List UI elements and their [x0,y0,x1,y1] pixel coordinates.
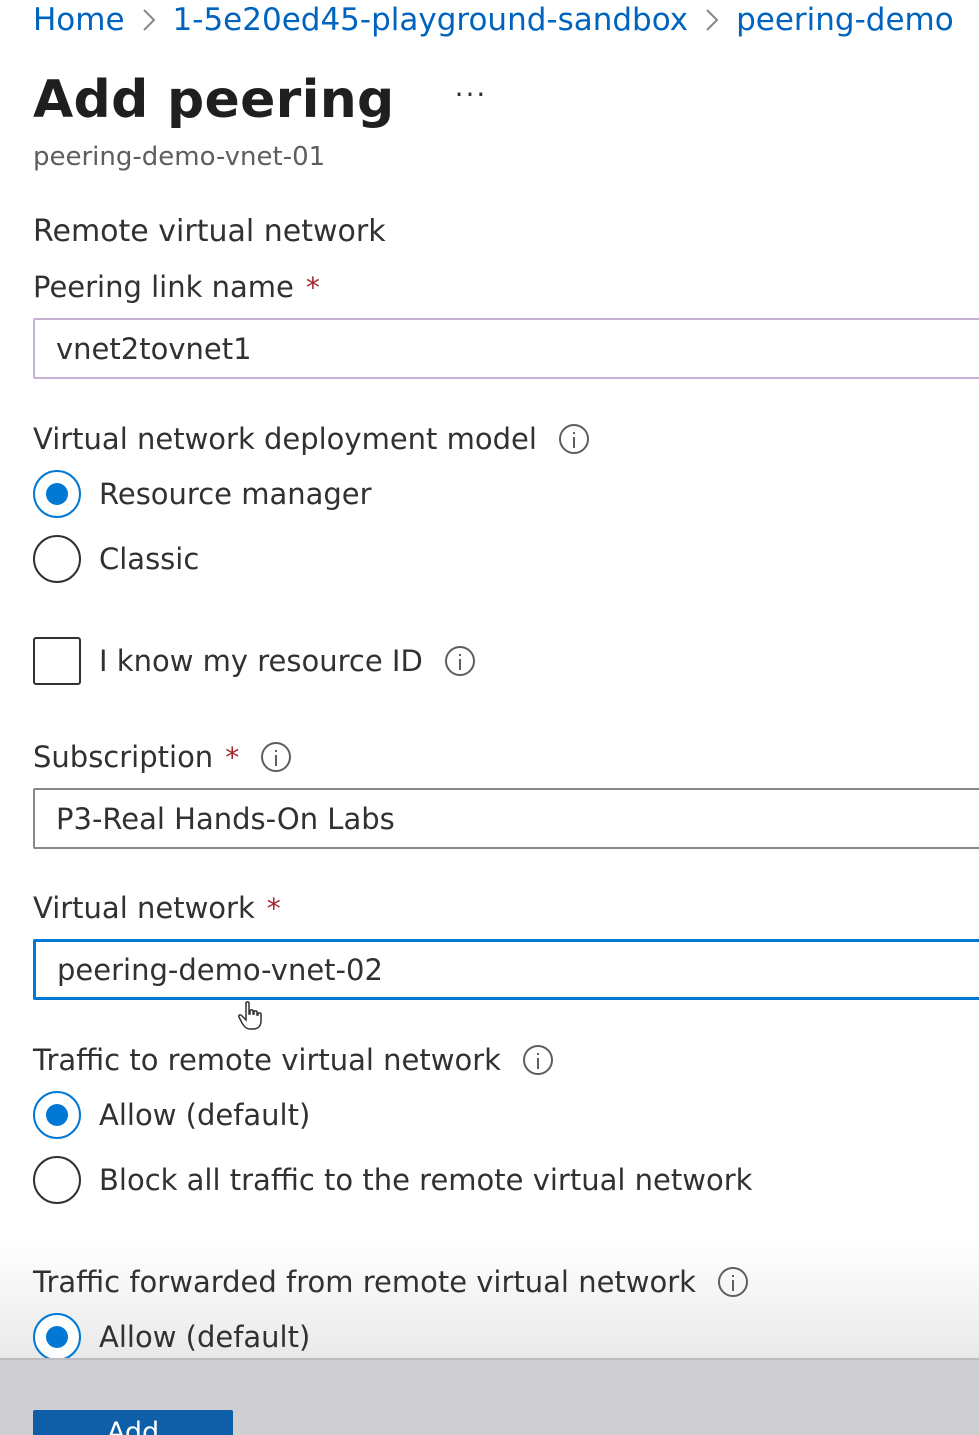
traffic-forwarded-label-text: Traffic forwarded from remote virtual ne… [33,1265,696,1299]
hand-pointer-icon [238,1001,262,1030]
virtual-network-select[interactable]: peering-demo-vnet-02 [33,939,979,1000]
peering-link-name-value: vnet2tovnet1 [56,331,252,366]
more-options-button[interactable]: ··· [455,78,488,111]
breadcrumb-vnet[interactable]: peering-demo [736,2,954,38]
section-title: Remote virtual network [33,214,386,249]
info-icon[interactable] [717,1267,748,1297]
peering-link-name-label: Peering link name * [33,270,320,304]
footer-bar: Add [0,1358,979,1435]
virtual-network-label-text: Virtual network [33,891,255,925]
resource-id-checkbox-row[interactable]: I know my resource ID [33,637,475,685]
info-icon[interactable] [261,742,292,772]
info-icon[interactable] [444,646,475,676]
resource-id-checkbox[interactable] [33,637,81,685]
radio-button-selected[interactable] [33,470,81,518]
subscription-label: Subscription * [33,740,292,774]
radio-traffic-allow[interactable]: Allow (default) [33,1091,310,1139]
required-marker: * [225,740,240,774]
checkbox-label: I know my resource ID [99,644,423,678]
subscription-label-text: Subscription [33,740,214,774]
info-icon[interactable] [522,1045,553,1075]
breadcrumb-home[interactable]: Home [33,2,125,38]
subscription-value: P3-Real Hands-On Labs [56,801,395,836]
radio-label: Allow (default) [99,1320,311,1354]
page-title: Add peering [33,70,395,130]
breadcrumb: Home 1-5e20ed45-playground-sandbox peeri… [33,0,954,40]
radio-button-selected[interactable] [33,1313,81,1361]
radio-resource-manager[interactable]: Resource manager [33,470,372,518]
radio-button[interactable] [33,1156,81,1204]
add-button[interactable]: Add [33,1410,233,1435]
traffic-to-remote-label-text: Traffic to remote virtual network [33,1043,501,1077]
radio-label: Classic [99,542,200,576]
required-marker: * [266,891,281,925]
radio-button-selected[interactable] [33,1091,81,1139]
page-subtitle: peering-demo-vnet-01 [33,142,326,172]
info-icon[interactable] [558,424,589,454]
radio-forwarded-allow[interactable]: Allow (default) [33,1313,310,1361]
subscription-select[interactable]: P3-Real Hands-On Labs [33,788,979,849]
deployment-model-label-text: Virtual network deployment model [33,422,537,456]
radio-button[interactable] [33,535,81,583]
radio-classic[interactable]: Classic [33,535,199,583]
radio-label: Allow (default) [99,1098,311,1132]
radio-label: Resource manager [99,477,372,511]
add-peering-page: Home 1-5e20ed45-playground-sandbox peeri… [0,0,979,1435]
title-row: Add peering ··· [33,70,487,130]
traffic-forwarded-label: Traffic forwarded from remote virtual ne… [33,1265,748,1299]
traffic-to-remote-label: Traffic to remote virtual network [33,1043,553,1077]
virtual-network-label: Virtual network * [33,891,281,925]
chevron-right-icon [705,8,719,32]
radio-label: Block all traffic to the remote virtual … [99,1163,753,1197]
peering-link-name-label-text: Peering link name [33,270,294,304]
virtual-network-value: peering-demo-vnet-02 [57,952,383,987]
breadcrumb-resource-group[interactable]: 1-5e20ed45-playground-sandbox [173,2,689,38]
peering-link-name-input[interactable]: vnet2tovnet1 [33,318,979,379]
chevron-right-icon [142,8,156,32]
deployment-model-label: Virtual network deployment model [33,422,589,456]
radio-traffic-block[interactable]: Block all traffic to the remote virtual … [33,1156,752,1204]
required-marker: * [305,270,320,304]
